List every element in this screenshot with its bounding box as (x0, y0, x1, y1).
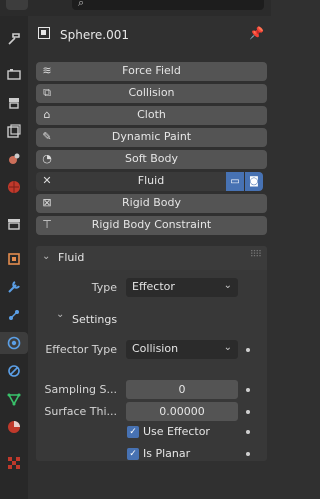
object-icon (38, 27, 50, 39)
use-effector-label[interactable]: Use Effector (143, 425, 210, 438)
rigid-body-constraint-button[interactable]: ⊤ Rigid Body Constraint (36, 216, 267, 235)
checkmark-icon: ✓ (129, 427, 137, 437)
keyframe-dot[interactable] (246, 452, 250, 456)
is-planar-label[interactable]: Is Planar (143, 447, 190, 460)
tool-tab-icon[interactable] (3, 28, 25, 50)
use-effector-checkbox[interactable]: ✓ (127, 426, 139, 438)
constraints-tab-icon[interactable] (3, 360, 25, 382)
properties-tab-sidebar (0, 16, 28, 499)
keyframe-dot[interactable] (246, 348, 250, 352)
force-field-button[interactable]: ≋ Force Field (36, 62, 267, 81)
object-header: Sphere.001 📌 (36, 24, 266, 46)
output-tab-icon[interactable] (3, 92, 25, 114)
keyframe-dot[interactable] (246, 388, 250, 392)
effector-type-dropdown[interactable]: Collision ⌄ (126, 340, 238, 359)
world-tab-icon[interactable] (3, 176, 25, 198)
surface-thickness-label: Surface Thi... (44, 405, 117, 418)
sampling-substeps-field[interactable]: 0 (126, 380, 238, 399)
texture-tab-icon[interactable] (3, 452, 25, 474)
search-input[interactable]: ⌕ (72, 0, 264, 10)
cloth-button[interactable]: ⌂ Cloth (36, 106, 267, 125)
camera-icon: ◙ (249, 176, 259, 187)
collection-tab-icon[interactable] (3, 213, 25, 235)
close-icon: ✕ (42, 174, 52, 187)
physics-tab-icon[interactable] (0, 332, 28, 354)
fluid-section-header[interactable]: ⌄ Fluid ⠿⠿ (36, 246, 267, 270)
collision-button[interactable]: ⧉ Collision (36, 84, 267, 103)
editor-type-button[interactable] (6, 0, 28, 10)
object-data-tab-icon[interactable] (3, 388, 25, 410)
show-in-render-toggle[interactable]: ◙ (245, 172, 263, 191)
type-dropdown[interactable]: Effector ⌄ (126, 278, 238, 297)
is-planar-checkbox[interactable]: ✓ (127, 448, 139, 460)
particles-tab-icon[interactable] (3, 304, 25, 326)
effector-type-label: Effector Type (45, 343, 117, 356)
chevron-down-icon[interactable]: ⌄ (56, 309, 64, 320)
render-tab-icon[interactable] (3, 63, 25, 85)
object-name[interactable]: Sphere.001 (60, 28, 129, 42)
soft-body-button[interactable]: ◔ Soft Body (36, 150, 267, 169)
scene-tab-icon[interactable] (3, 148, 25, 170)
checkmark-icon: ✓ (129, 449, 137, 459)
type-label: Type (91, 281, 117, 294)
rigid-body-button[interactable]: ⊠ Rigid Body (36, 194, 267, 213)
object-tab-icon[interactable] (3, 248, 25, 270)
drag-handle-icon[interactable]: ⠿⠿ (250, 250, 262, 260)
chevron-down-icon: ⌄ (223, 342, 232, 353)
material-tab-icon[interactable] (3, 416, 25, 438)
view-layer-tab-icon[interactable] (3, 120, 25, 142)
surface-thickness-field[interactable]: 0.00000 (126, 402, 238, 421)
properties-panel: Sphere.001 📌 ≋ Force Field ⧉ Collision ⌂… (30, 16, 271, 499)
fluid-remove-button[interactable]: ✕ Fluid (36, 172, 226, 191)
show-in-viewport-toggle[interactable]: ▭ (226, 172, 244, 191)
chevron-down-icon: ⌄ (42, 251, 51, 262)
monitor-icon: ▭ (230, 176, 240, 187)
keyframe-dot[interactable] (246, 410, 250, 414)
settings-subpanel-title[interactable]: Settings (72, 313, 117, 326)
pin-icon[interactable]: 📌 (249, 26, 264, 40)
search-icon: ⌕ (78, 0, 85, 9)
modifier-tab-icon[interactable] (3, 276, 25, 298)
chevron-down-icon: ⌄ (223, 280, 232, 291)
top-bar: ⌕ (0, 0, 271, 16)
keyframe-dot[interactable] (246, 430, 250, 434)
sampling-substeps-label: Sampling S... (44, 383, 117, 396)
dynamic-paint-button[interactable]: ✎ Dynamic Paint (36, 128, 267, 147)
